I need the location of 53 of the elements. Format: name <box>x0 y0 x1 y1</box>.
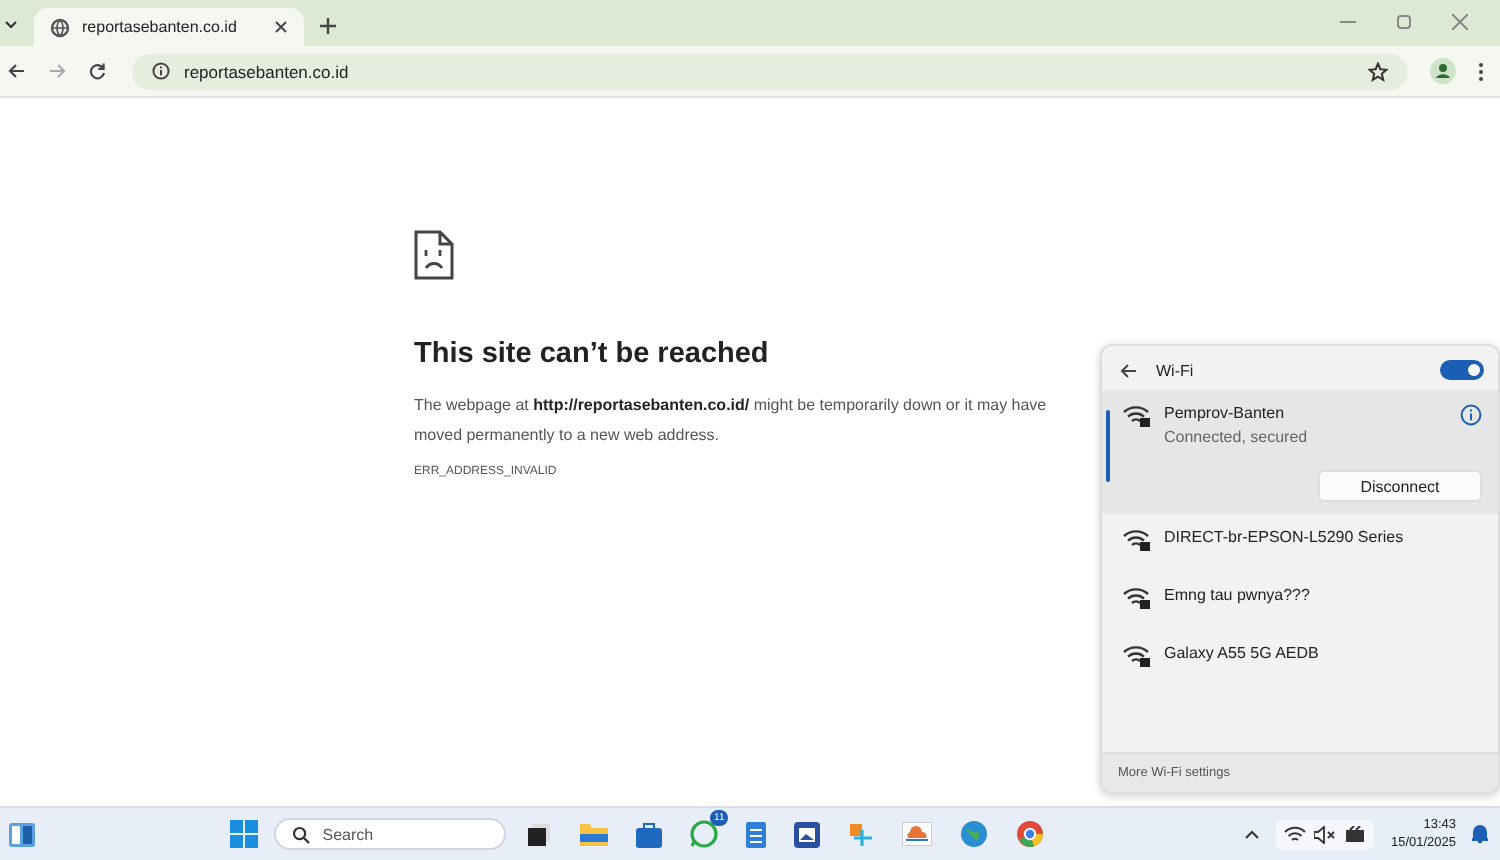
network-name: Pemprov-Banten <box>1164 404 1287 422</box>
close-icon[interactable] <box>274 20 288 34</box>
star-icon[interactable] <box>1368 61 1388 81</box>
back-icon[interactable] <box>8 62 26 80</box>
error-message: The webpage at http://reportasebanten.co.id/ might be temporarily down or it may have moved permanently to a new web address. <box>414 394 1049 448</box>
start-icon[interactable] <box>230 820 259 848</box>
search-icon <box>292 825 311 843</box>
globe-icon <box>50 17 70 37</box>
network-status: Connected, secured <box>1164 428 1310 446</box>
info-icon[interactable] <box>1460 404 1482 426</box>
menu-icon[interactable] <box>1478 61 1484 81</box>
reload-icon[interactable] <box>88 62 106 80</box>
profile-icon[interactable] <box>1430 58 1456 84</box>
sad-page-icon <box>414 230 454 280</box>
network-item[interactable]: Pemprov-Banten Connected, secured Disconnect <box>1102 390 1498 514</box>
network-item[interactable]: Galaxy A55 5G AEDB <box>1102 630 1498 688</box>
notepad-icon[interactable] <box>746 821 767 847</box>
restore-icon[interactable] <box>1396 14 1412 30</box>
browser-tab[interactable]: reportasebanten.co.id <box>34 8 304 46</box>
wifi-title: Wi-Fi <box>1156 361 1194 379</box>
photo-app-icon[interactable] <box>794 821 821 847</box>
address-bar[interactable]: reportasebanten.co.id <box>132 53 1408 89</box>
chat-bubble-icon[interactable] <box>690 820 719 848</box>
widgets-icon[interactable] <box>8 821 36 847</box>
error-title: This site can’t be reached <box>414 338 771 370</box>
disconnect-button[interactable]: Disconnect <box>1318 470 1482 502</box>
system-tray[interactable] <box>1276 819 1375 849</box>
wifi-toggle[interactable] <box>1440 360 1484 380</box>
new-tab-icon[interactable] <box>320 18 336 34</box>
info-icon[interactable] <box>152 62 170 80</box>
wifi-icon <box>1284 825 1307 843</box>
wifi-lock-icon <box>1122 404 1152 428</box>
globe-app-icon[interactable] <box>960 820 989 848</box>
network-name: Emng tau pwnya??? <box>1164 586 1312 604</box>
browser-app-icon[interactable] <box>1016 820 1045 848</box>
folder-icon[interactable] <box>580 822 609 846</box>
task-view-icon[interactable] <box>528 822 553 846</box>
network-name: Galaxy A55 5G AEDB <box>1164 644 1321 662</box>
caret-icon[interactable] <box>4 20 18 30</box>
search-field[interactable]: Search <box>274 818 507 850</box>
chevron-up-icon[interactable] <box>1244 828 1261 840</box>
network-item[interactable]: Emng tau pwnya??? <box>1102 572 1498 630</box>
speaker-muted-icon <box>1314 825 1337 843</box>
wifi-lock-icon <box>1122 528 1152 552</box>
cloud-app-icon[interactable] <box>902 822 933 846</box>
wifi-lock-icon <box>1122 644 1152 668</box>
network-item[interactable]: DIRECT-br-EPSON-L5290 Series <box>1102 514 1498 572</box>
tab-title: reportasebanten.co.id <box>82 18 239 36</box>
bell-icon[interactable] <box>1472 824 1489 844</box>
network-name: DIRECT-br-EPSON-L5290 Series <box>1164 528 1406 546</box>
store-icon[interactable] <box>636 821 663 847</box>
wifi-lock-icon <box>1122 586 1152 610</box>
back-icon[interactable] <box>1120 361 1138 379</box>
